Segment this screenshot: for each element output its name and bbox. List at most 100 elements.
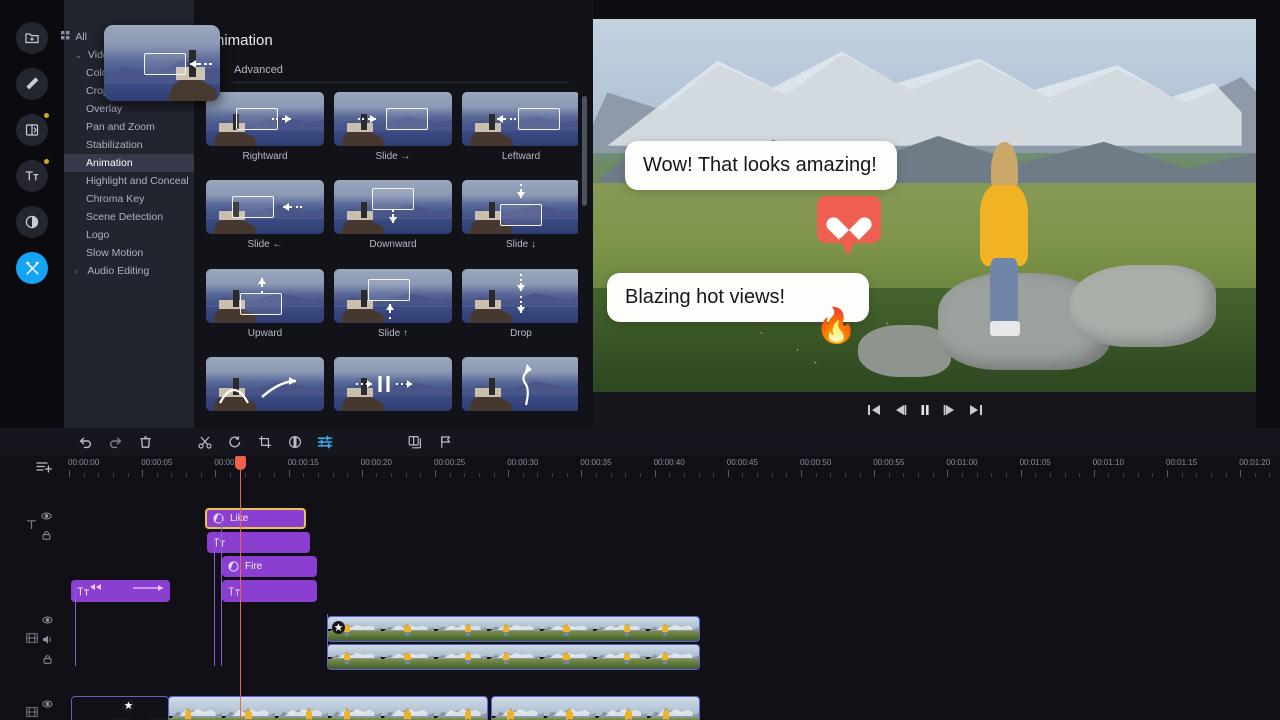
track-mute-toggle-video-1[interactable] xyxy=(42,631,53,649)
sidelist-item-slow-motion[interactable]: Slow Motion xyxy=(64,244,194,262)
split-screen-button[interactable] xyxy=(400,428,430,456)
text-clip-intro[interactable] xyxy=(71,580,170,602)
ruler-minor-tick xyxy=(815,473,817,477)
ruler-minor-tick xyxy=(1049,473,1051,477)
panel-scrollbar[interactable] xyxy=(582,96,587,206)
sidelist-item-chroma-key[interactable]: Chroma Key xyxy=(64,190,194,208)
text-clip-a[interactable] xyxy=(207,532,310,553)
undo-button[interactable] xyxy=(70,428,100,456)
sidelist-item-audio-editing[interactable]: › Audio Editing xyxy=(64,262,194,280)
rail-button-transitions[interactable] xyxy=(16,113,49,146)
sidelist-item-animation[interactable]: Animation xyxy=(64,154,194,172)
preset-item11[interactable] xyxy=(462,356,578,422)
pause-button[interactable] xyxy=(919,404,931,416)
playhead-handle[interactable] xyxy=(235,456,246,470)
video-clip-lower[interactable] xyxy=(327,644,700,670)
rail-button-filters[interactable] xyxy=(16,206,48,238)
preset-slide[interactable]: Slide → xyxy=(334,92,452,168)
heart-badge-sticker[interactable] xyxy=(817,196,881,256)
rail-button-effects[interactable] xyxy=(16,68,48,100)
video-canvas[interactable]: Wow! That looks amazing! Blazing hot vie… xyxy=(593,19,1256,392)
ruler-minor-tick xyxy=(1079,473,1081,477)
step-forward-button[interactable] xyxy=(943,404,957,416)
text-clip-b[interactable] xyxy=(222,580,317,602)
sidelist-item-pan-and-zoom[interactable]: Pan and Zoom xyxy=(64,118,194,136)
ruler-minor-tick xyxy=(478,473,480,477)
preset-arrow-icon xyxy=(389,210,397,224)
preset-slide[interactable]: Slide ↓ xyxy=(462,180,578,256)
ruler-minor-tick xyxy=(98,473,100,477)
filmstrip-frame xyxy=(222,697,275,720)
preset-item10[interactable] xyxy=(334,356,452,422)
timeline-ruler[interactable]: 00:00:00 00:00:05 00:00:10 00:00:15 00:00:20… xyxy=(64,456,1280,478)
rail-button-tools[interactable] xyxy=(16,252,48,284)
track-lock-toggle-text[interactable] xyxy=(41,527,52,545)
preset-thumbnail xyxy=(462,268,578,323)
rotate-button[interactable] xyxy=(220,428,250,456)
preset-label: Downward xyxy=(369,239,417,251)
track-visibility-toggle-video-2[interactable] xyxy=(42,695,53,713)
delete-button[interactable] xyxy=(130,428,160,456)
fire-emoji-sticker[interactable]: 🔥 xyxy=(815,309,857,343)
track-lock-toggle-video-1[interactable] xyxy=(42,651,53,669)
preset-leftward[interactable]: Leftward xyxy=(462,92,578,168)
audio-mixer-button[interactable] xyxy=(310,428,340,456)
sidelist-item-stabilization[interactable]: Stabilization xyxy=(64,136,194,154)
sidelist-item-scene-detection[interactable]: Scene Detection xyxy=(64,208,194,226)
playback-controls xyxy=(593,392,1256,428)
sidelist-label: Logo xyxy=(86,229,110,241)
track-visibility-toggle-text[interactable] xyxy=(41,507,52,525)
preview-player: Wow! That looks amazing! Blazing hot vie… xyxy=(593,19,1256,428)
sidelist-item-highlight-and-conceal[interactable]: Highlight and Conceal xyxy=(64,172,194,190)
color-filter-icon xyxy=(24,214,40,230)
preset-slide[interactable]: Slide ↑ xyxy=(334,268,452,345)
preset-arrow-icon xyxy=(517,184,525,199)
ruler-minor-tick xyxy=(464,473,466,477)
playhead[interactable] xyxy=(235,456,246,720)
preset-downward[interactable]: Downward xyxy=(334,180,452,256)
track-visibility-toggle-video-1[interactable] xyxy=(42,611,53,629)
ruler-minor-tick xyxy=(1152,473,1154,477)
video-clip-intro[interactable] xyxy=(71,696,169,720)
add-track-button[interactable] xyxy=(33,458,55,476)
preset-arrow-icon xyxy=(386,303,394,319)
skip-to-start-button[interactable] xyxy=(867,404,881,416)
sidelist-label: Scene Detection xyxy=(86,211,164,223)
filmstrip-frame xyxy=(595,697,648,720)
timeline-tracks[interactable]: Like Fire xyxy=(64,478,1280,720)
ruler-minor-tick xyxy=(1005,473,1007,477)
marker-button[interactable] xyxy=(430,428,460,456)
preset-item9[interactable] xyxy=(206,356,324,422)
video-clip-upper[interactable] xyxy=(327,616,700,642)
preset-drop[interactable]: Drop xyxy=(462,268,578,345)
crop-button[interactable] xyxy=(250,428,280,456)
sidelist-item-logo[interactable]: Logo xyxy=(64,226,194,244)
ruler-minor-tick xyxy=(112,473,114,477)
speech-bubble-wow[interactable]: Wow! That looks amazing! xyxy=(625,141,897,190)
video-clip-secondary[interactable] xyxy=(491,696,700,720)
track-headers xyxy=(0,478,64,720)
animation-preset-grid: Rightward Slide → Leftward Slide ← Downward S… xyxy=(206,92,578,422)
preset-upward[interactable]: Upward xyxy=(206,268,324,345)
preset-slide[interactable]: Slide ← xyxy=(206,180,324,256)
color-button[interactable] xyxy=(280,428,310,456)
split-button[interactable] xyxy=(190,428,220,456)
preset-rightward[interactable]: Rightward xyxy=(206,92,324,168)
step-back-button[interactable] xyxy=(893,404,907,416)
ruler-major-tick xyxy=(654,470,656,477)
track-mute-toggle-video-2[interactable] xyxy=(42,715,53,720)
sidelist-item-overlay[interactable]: Overlay xyxy=(64,100,194,118)
star-badge-icon xyxy=(332,621,345,634)
preset-arrow-icon xyxy=(283,203,302,212)
skip-to-end-button[interactable] xyxy=(969,404,983,416)
video-clip-main[interactable] xyxy=(168,696,488,720)
rock-right xyxy=(1070,265,1217,348)
ruler-minor-tick xyxy=(405,473,407,477)
ruler-minor-tick xyxy=(552,473,554,477)
tab-advanced[interactable]: Advanced xyxy=(234,64,283,76)
rail-button-media-library[interactable] xyxy=(16,22,48,54)
preset-label: Rightward xyxy=(242,151,288,162)
rail-button-titles[interactable] xyxy=(16,159,49,192)
fire-sticker-clip[interactable]: Fire xyxy=(222,556,317,577)
redo-button[interactable] xyxy=(100,428,130,456)
